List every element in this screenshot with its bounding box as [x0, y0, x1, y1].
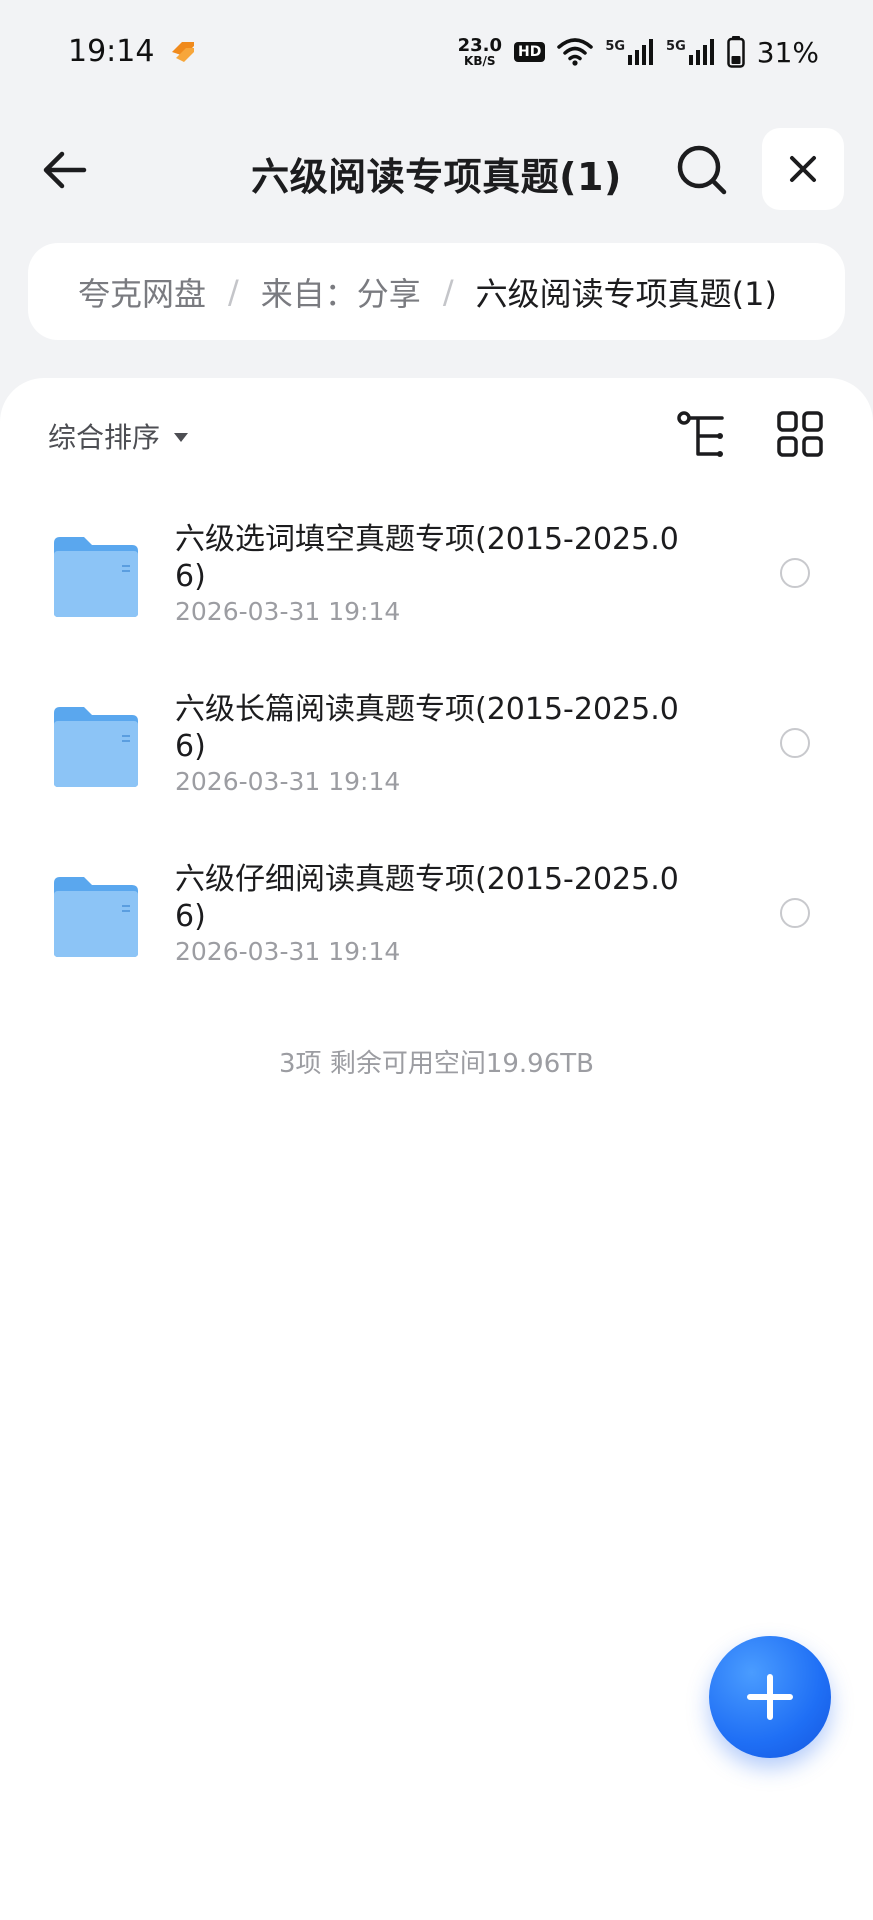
- status-time: 19:14: [68, 34, 155, 69]
- status-bar: 19:14 23.0 KB/S HD 5G 5G 31%: [0, 0, 873, 104]
- battery-percent: 31%: [756, 35, 819, 69]
- battery-icon: [727, 36, 745, 68]
- folder-icon: [54, 537, 138, 617]
- file-name: 六级选词填空真题专项(2015-2025.06): [175, 522, 679, 594]
- close-button[interactable]: [762, 128, 844, 210]
- sort-label: 综合排序: [48, 421, 161, 454]
- file-date: 2026-03-31 19:14: [175, 767, 401, 796]
- folder-icon: [54, 707, 138, 787]
- file-name: 六级长篇阅读真题专项(2015-2025.06): [175, 692, 679, 764]
- close-icon: [790, 156, 816, 182]
- sort-dropdown[interactable]: 综合排序: [48, 416, 189, 456]
- breadcrumb: 夸克网盘 / 来自：分享 / 六级阅读专项真题(1): [28, 243, 845, 340]
- folder-icon: [54, 877, 138, 957]
- file-row[interactable]: 六级长篇阅读真题专项(2015-2025.06) 2026-03-31 19:1…: [0, 683, 873, 853]
- breadcrumb-item-root[interactable]: 夸克网盘: [78, 269, 206, 315]
- plus-icon: [747, 1674, 793, 1720]
- file-row[interactable]: 六级选词填空真题专项(2015-2025.06) 2026-03-31 19:1…: [0, 513, 873, 683]
- tree-view-icon: [677, 411, 724, 457]
- storage-summary: 3项 剩余可用空间19.96TB: [279, 1049, 594, 1079]
- file-name: 六级仔细阅读真题专项(2015-2025.06): [175, 862, 679, 934]
- breadcrumb-separator: /: [442, 272, 454, 311]
- search-icon: [677, 145, 727, 195]
- grid-view-button[interactable]: [776, 410, 824, 458]
- top-bar: 六级阅读专项真题(1): [0, 120, 873, 220]
- breadcrumb-item-share[interactable]: 来自：分享: [261, 269, 421, 315]
- search-button[interactable]: [674, 142, 730, 198]
- breadcrumb-item-current: 六级阅读专项真题(1): [475, 274, 777, 313]
- file-date: 2026-03-31 19:14: [175, 597, 401, 626]
- select-radio[interactable]: [780, 898, 810, 928]
- file-row[interactable]: 六级仔细阅读真题专项(2015-2025.06) 2026-03-31 19:1…: [0, 853, 873, 1023]
- app-notification-icon: [172, 42, 194, 62]
- add-button[interactable]: [709, 1636, 831, 1758]
- grid-view-icon: [777, 411, 823, 457]
- select-radio[interactable]: [780, 728, 810, 758]
- select-radio[interactable]: [780, 558, 810, 588]
- hd-badge: HD: [513, 42, 546, 62]
- network-speed: 23.0 KB/S: [457, 35, 502, 68]
- caret-down-icon: [174, 432, 189, 442]
- file-list: 六级选词填空真题专项(2015-2025.06) 2026-03-31 19:1…: [0, 513, 873, 1023]
- signal-2-icon: 5G: [666, 39, 715, 65]
- file-date: 2026-03-31 19:14: [175, 937, 401, 966]
- wifi-icon: [557, 38, 594, 66]
- status-indicators: 23.0 KB/S HD 5G 5G 31%: [458, 30, 819, 74]
- tree-view-button[interactable]: [676, 410, 728, 462]
- page-title: 六级阅读专项真题(1): [251, 155, 622, 199]
- signal-1-icon: 5G: [605, 39, 654, 65]
- breadcrumb-separator: /: [228, 272, 239, 311]
